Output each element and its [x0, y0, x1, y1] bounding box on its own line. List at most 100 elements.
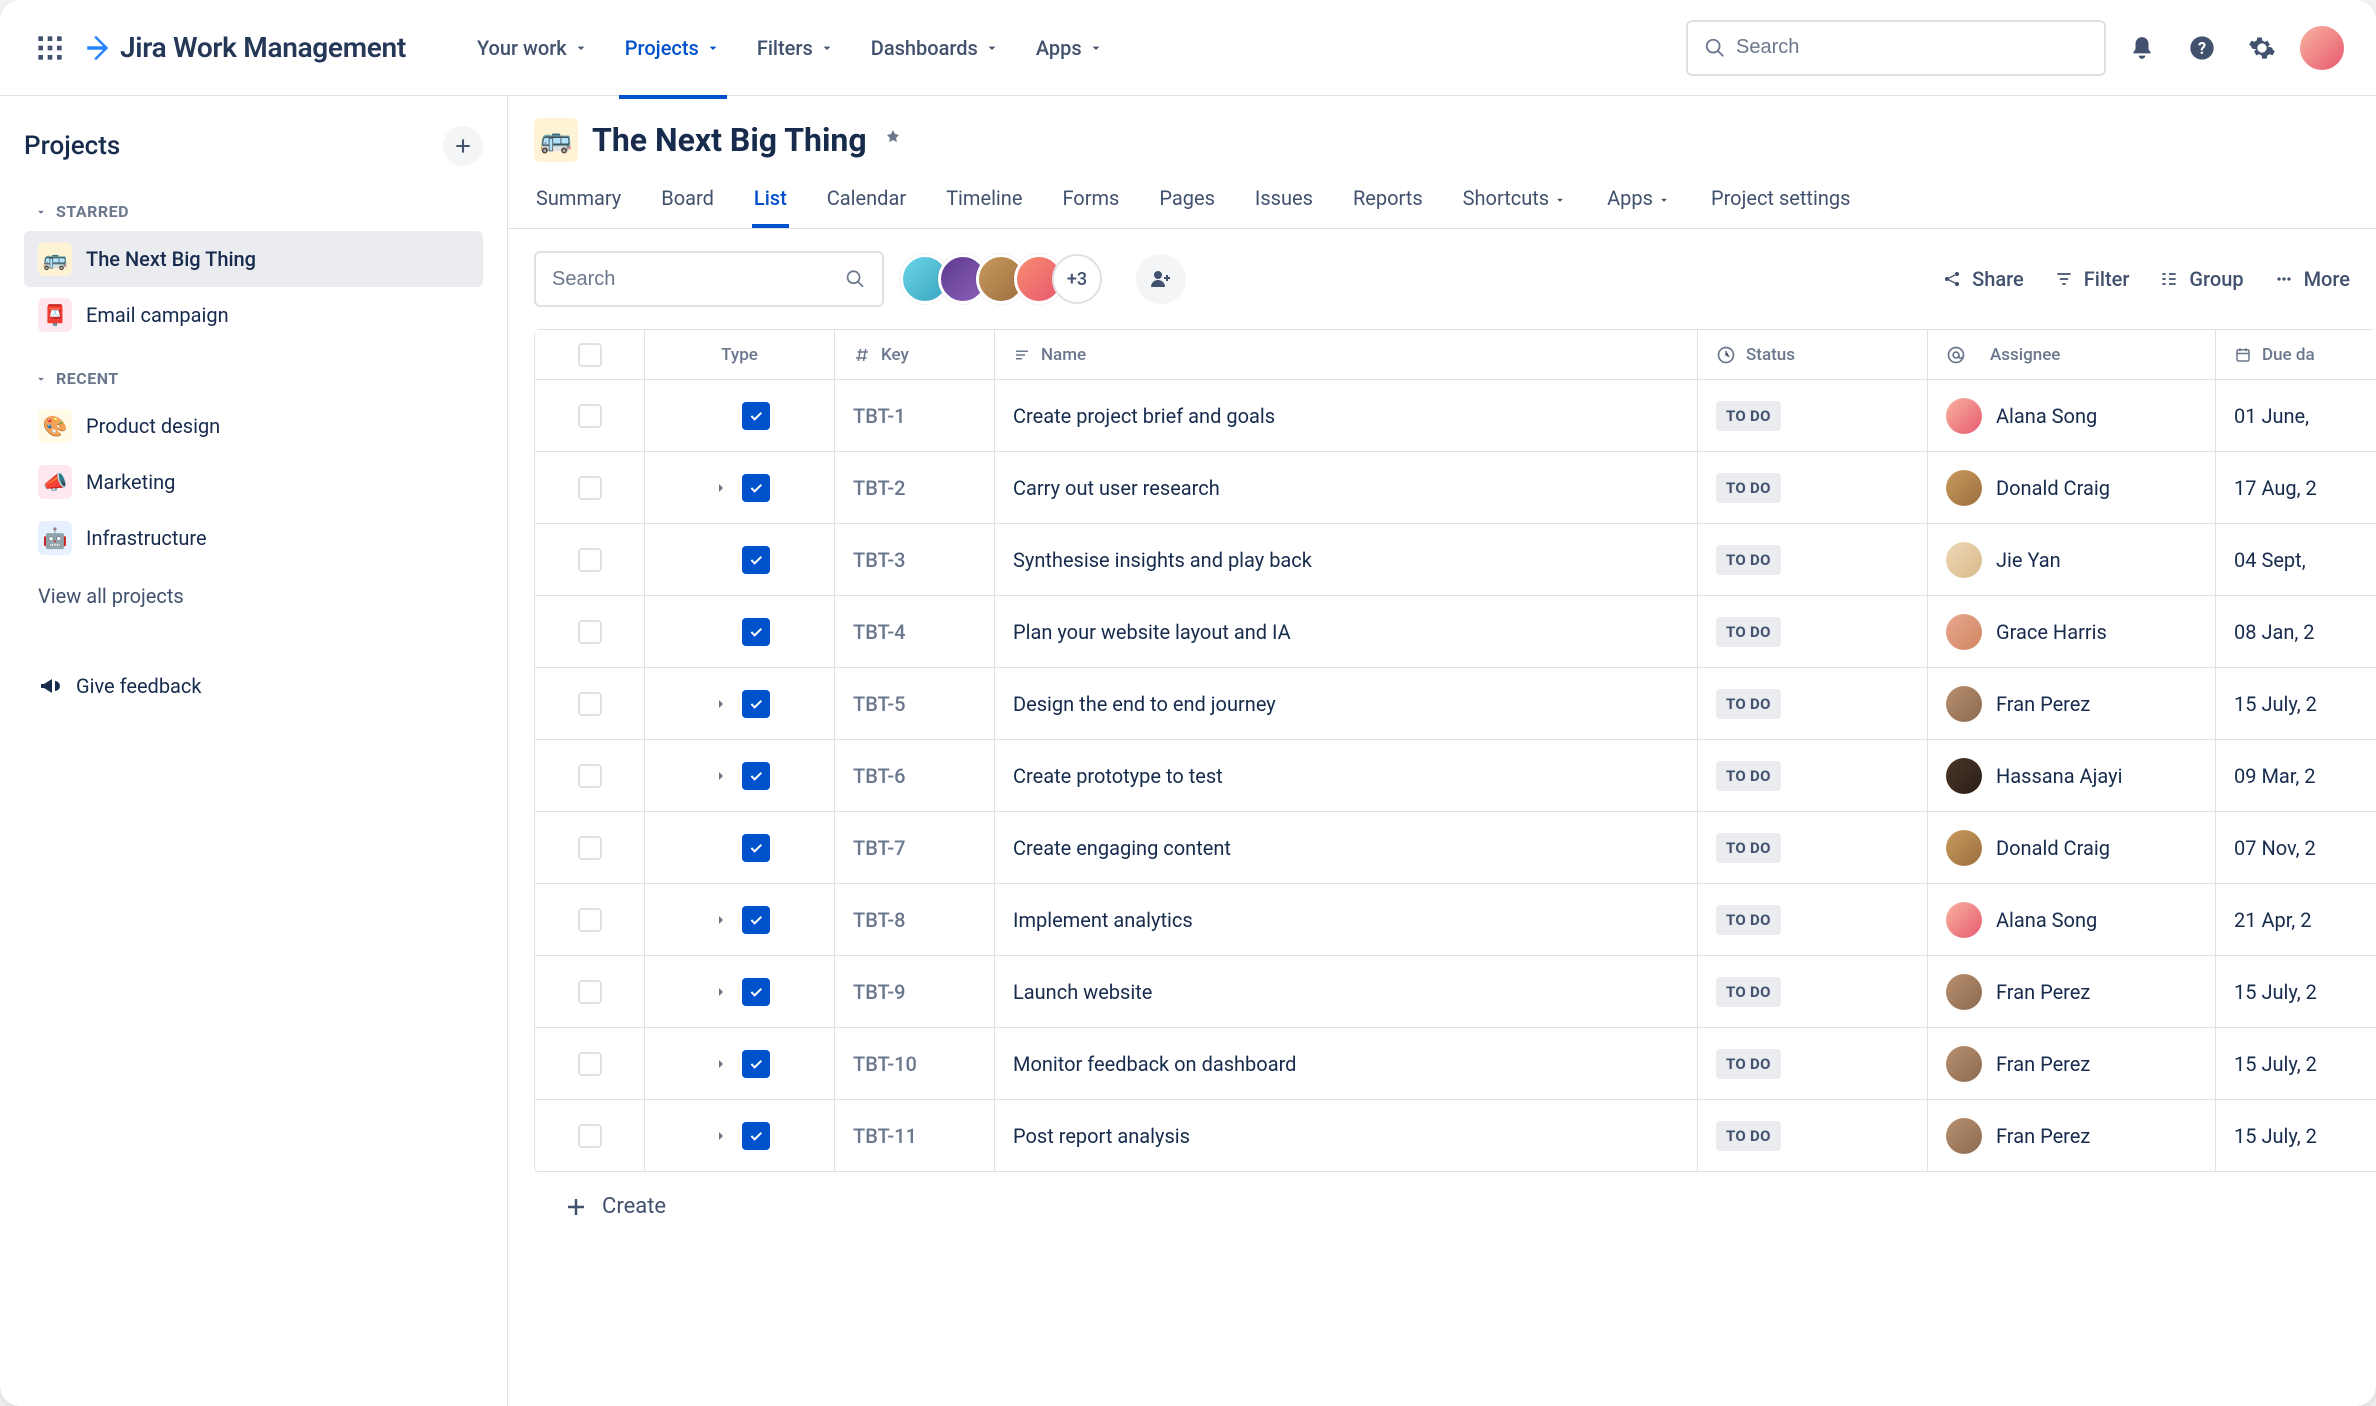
sidebar-item-product-design[interactable]: 🎨Product design: [24, 398, 483, 454]
sidebar-item-marketing[interactable]: 📣Marketing: [24, 454, 483, 510]
issue-key[interactable]: TBT-7: [853, 836, 906, 860]
due-date[interactable]: 09 Mar, 2: [2234, 764, 2316, 788]
nav-item-projects[interactable]: Projects: [611, 26, 735, 70]
tab-issues[interactable]: Issues: [1253, 176, 1315, 228]
app-switcher-icon[interactable]: [30, 28, 70, 68]
customize-icon[interactable]: [881, 128, 905, 152]
select-all-checkbox[interactable]: [578, 343, 602, 367]
expand-icon[interactable]: [710, 909, 732, 931]
due-date[interactable]: 21 Apr, 2: [2234, 908, 2311, 932]
tab-apps[interactable]: Apps: [1605, 176, 1673, 228]
issue-name[interactable]: Post report analysis: [1013, 1124, 1190, 1148]
due-date[interactable]: 08 Jan, 2: [2234, 620, 2315, 644]
issue-key[interactable]: TBT-9: [853, 980, 906, 1004]
issue-key[interactable]: TBT-4: [853, 620, 906, 644]
issue-key[interactable]: TBT-2: [853, 476, 906, 500]
expand-icon[interactable]: [710, 765, 732, 787]
row-checkbox[interactable]: [578, 548, 602, 572]
create-project-button[interactable]: [443, 126, 483, 166]
issue-name[interactable]: Design the end to end journey: [1013, 692, 1276, 716]
due-date[interactable]: 17 Aug, 2: [2234, 476, 2317, 500]
assignee-name[interactable]: Donald Craig: [1996, 836, 2110, 860]
status-badge[interactable]: TO DO: [1716, 761, 1781, 791]
table-row[interactable]: TBT-2Carry out user researchTO DODonald …: [535, 452, 2376, 524]
issue-key[interactable]: TBT-11: [853, 1124, 917, 1148]
row-checkbox[interactable]: [578, 692, 602, 716]
status-badge[interactable]: TO DO: [1716, 473, 1781, 503]
sidebar-item-email-campaign[interactable]: 📮Email campaign: [24, 287, 483, 343]
due-date[interactable]: 01 June,: [2234, 404, 2309, 428]
status-badge[interactable]: TO DO: [1716, 1049, 1781, 1079]
tab-shortcuts[interactable]: Shortcuts: [1461, 176, 1569, 228]
table-row[interactable]: TBT-7 Create engaging content TO DO Donald …: [535, 812, 2376, 884]
due-date[interactable]: 04 Sept,: [2234, 548, 2306, 572]
more-button[interactable]: More: [2274, 267, 2350, 291]
assignee-name[interactable]: Jie Yan: [1996, 548, 2061, 572]
issue-key[interactable]: TBT-1: [853, 404, 906, 428]
issue-name[interactable]: Create engaging content: [1013, 836, 1231, 860]
column-header-name[interactable]: Name: [995, 330, 1698, 379]
notifications-icon[interactable]: [2118, 24, 2166, 72]
issue-name[interactable]: Monitor feedback on dashboard: [1013, 1052, 1296, 1076]
global-search-input[interactable]: [1736, 36, 2088, 59]
settings-icon[interactable]: [2238, 24, 2286, 72]
help-icon[interactable]: ?: [2178, 24, 2226, 72]
row-checkbox[interactable]: [578, 980, 602, 1004]
give-feedback-link[interactable]: Give feedback: [24, 656, 483, 716]
add-member-button[interactable]: [1136, 254, 1186, 304]
list-search[interactable]: [534, 251, 884, 307]
table-row[interactable]: TBT-8Implement analyticsTO DOAlana Song2…: [535, 884, 2376, 956]
row-checkbox[interactable]: [578, 836, 602, 860]
share-button[interactable]: Share: [1942, 267, 2024, 291]
due-date[interactable]: 15 July, 2: [2234, 980, 2317, 1004]
table-row[interactable]: TBT-10Monitor feedback on dashboardTO DO…: [535, 1028, 2376, 1100]
assignee-name[interactable]: Donald Craig: [1996, 476, 2110, 500]
tab-forms[interactable]: Forms: [1060, 176, 1121, 228]
issue-key[interactable]: TBT-8: [853, 908, 906, 932]
status-badge[interactable]: TO DO: [1716, 833, 1781, 863]
expand-icon[interactable]: [710, 1125, 732, 1147]
column-header-type[interactable]: Type: [645, 330, 835, 379]
table-row[interactable]: TBT-3Synthesise insights and play backTO…: [535, 524, 2376, 596]
assignee-name[interactable]: Grace Harris: [1996, 620, 2107, 644]
tab-reports[interactable]: Reports: [1351, 176, 1425, 228]
column-header-key[interactable]: Key: [835, 330, 995, 379]
due-date[interactable]: 07 Nov, 2: [2234, 836, 2316, 860]
issue-name[interactable]: Plan your website layout and IA: [1013, 620, 1291, 644]
tab-list[interactable]: List: [752, 176, 789, 228]
issue-name[interactable]: Launch website: [1013, 980, 1152, 1004]
sidebar-section-starred[interactable]: STARRED: [24, 190, 483, 231]
column-header-status[interactable]: Status: [1698, 330, 1928, 379]
list-search-input[interactable]: [552, 268, 845, 291]
create-issue-button[interactable]: Create: [534, 1172, 2376, 1241]
row-checkbox[interactable]: [578, 1052, 602, 1076]
status-badge[interactable]: TO DO: [1716, 1121, 1781, 1151]
issue-key[interactable]: TBT-6: [853, 764, 906, 788]
global-search[interactable]: [1686, 20, 2106, 76]
column-header-assignee[interactable]: Assignee: [1928, 330, 2216, 379]
assignee-name[interactable]: Fran Perez: [1996, 980, 2090, 1004]
assignee-name[interactable]: Fran Perez: [1996, 692, 2090, 716]
tab-timeline[interactable]: Timeline: [944, 176, 1024, 228]
expand-icon[interactable]: [710, 477, 732, 499]
expand-icon[interactable]: [710, 1053, 732, 1075]
status-badge[interactable]: TO DO: [1716, 977, 1781, 1007]
row-checkbox[interactable]: [578, 1124, 602, 1148]
row-checkbox[interactable]: [578, 764, 602, 788]
tab-calendar[interactable]: Calendar: [825, 176, 908, 228]
issue-name[interactable]: Implement analytics: [1013, 908, 1193, 932]
due-date[interactable]: 15 July, 2: [2234, 692, 2317, 716]
nav-item-filters[interactable]: Filters: [743, 26, 849, 70]
due-date[interactable]: 15 July, 2: [2234, 1124, 2317, 1148]
row-checkbox[interactable]: [578, 476, 602, 500]
row-checkbox[interactable]: [578, 404, 602, 428]
row-checkbox[interactable]: [578, 908, 602, 932]
issue-key[interactable]: TBT-5: [853, 692, 906, 716]
filter-button[interactable]: Filter: [2054, 267, 2130, 291]
column-header-due-date[interactable]: Due da: [2216, 330, 2376, 379]
assignee-name[interactable]: Alana Song: [1996, 404, 2097, 428]
tab-pages[interactable]: Pages: [1157, 176, 1217, 228]
assignee-name[interactable]: Fran Perez: [1996, 1052, 2090, 1076]
issue-key[interactable]: TBT-3: [853, 548, 906, 572]
status-badge[interactable]: TO DO: [1716, 689, 1781, 719]
